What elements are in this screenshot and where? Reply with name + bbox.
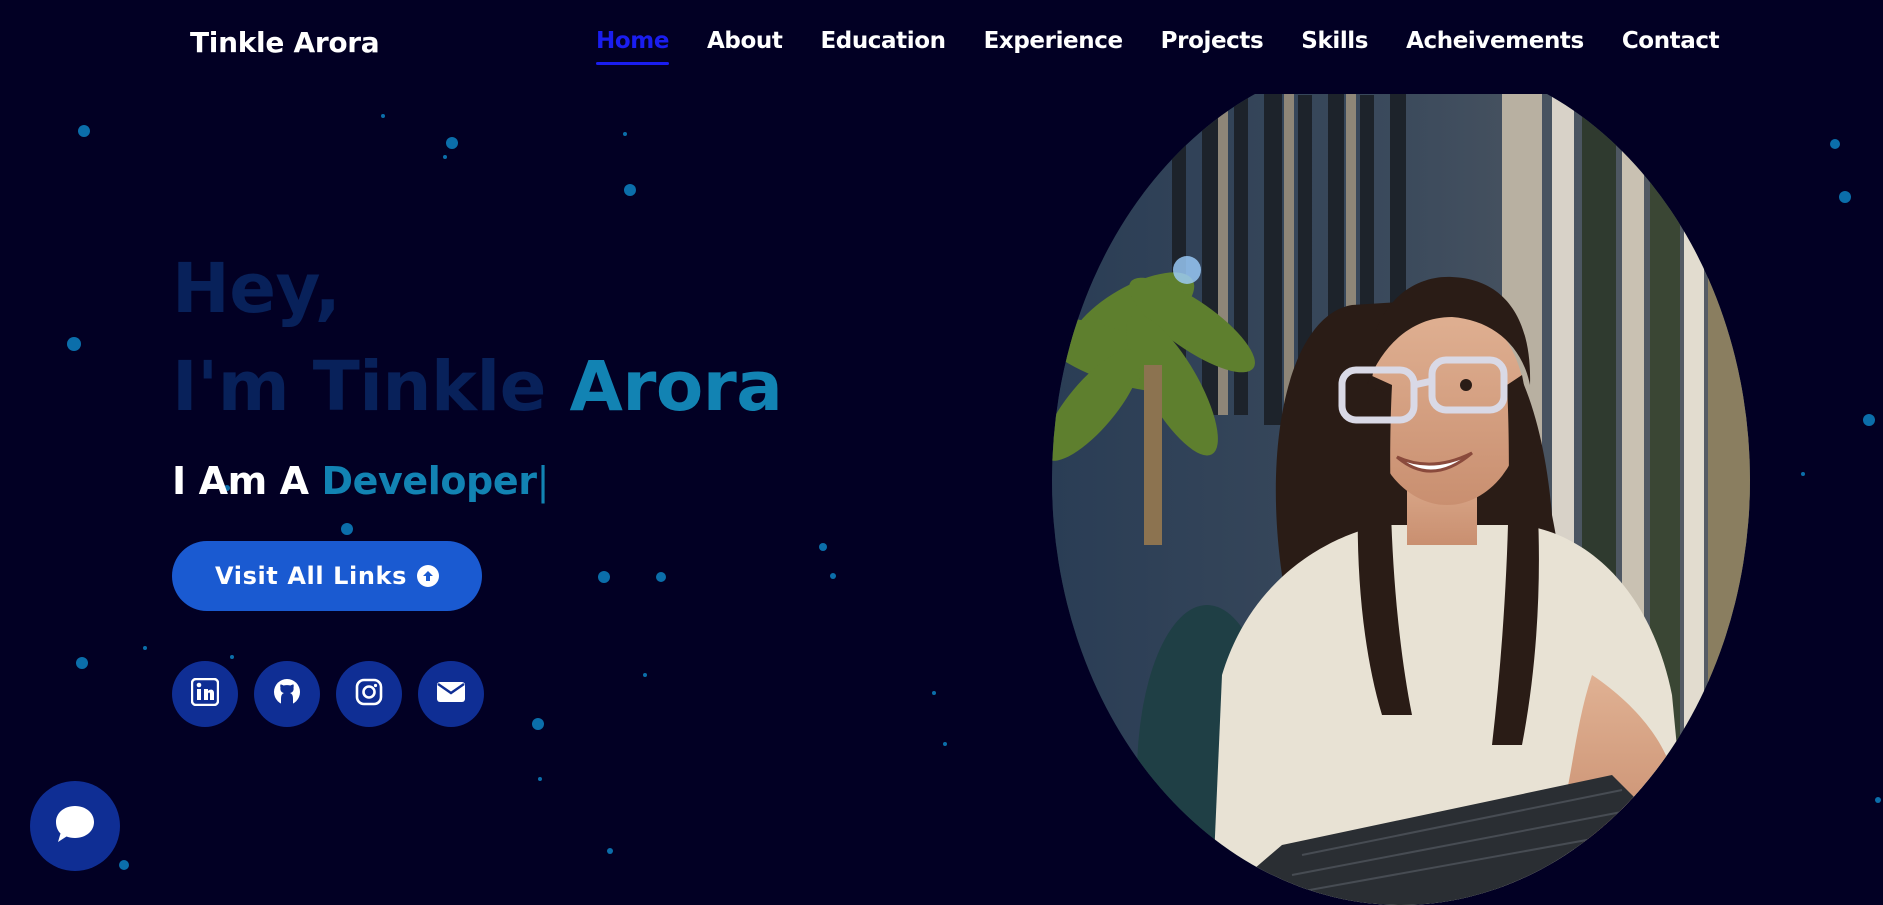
github-icon [272, 677, 302, 711]
hero-intro-prefix: I'm Tinkle [172, 347, 546, 427]
chat-widget-button[interactable] [30, 781, 120, 871]
nav-link-skills[interactable]: Skills [1301, 28, 1368, 54]
hero-intro-highlight: Arora [569, 347, 783, 427]
nav-link-experience[interactable]: Experience [984, 28, 1123, 54]
nav-link-acheivements[interactable]: Acheivements [1406, 28, 1584, 54]
profile-photo-illustration [1052, 55, 1750, 905]
profile-photo [1052, 55, 1750, 905]
linkedin-button[interactable] [172, 661, 238, 727]
nav-link-education[interactable]: Education [820, 28, 946, 54]
hero-role-prefix: I Am A [172, 459, 309, 503]
nav-link-about[interactable]: About [707, 28, 783, 54]
hero-role-typed: Developer [321, 459, 537, 503]
arrow-up-circle-icon [416, 565, 439, 587]
linkedin-icon [190, 677, 220, 710]
email-button[interactable] [418, 661, 484, 727]
visit-all-links-label: Visit All Links [215, 562, 407, 590]
visit-all-links-button[interactable]: Visit All Links [172, 541, 482, 611]
typing-cursor: | [536, 459, 550, 503]
navbar: Tinkle Arora Home About Education Experi… [0, 0, 1883, 90]
nav-link-projects[interactable]: Projects [1161, 28, 1264, 54]
hero-section: Hey, I'm Tinkle Arora I Am A Developer| … [172, 245, 783, 727]
nav-link-home[interactable]: Home [596, 28, 669, 65]
chat-bubble-icon [52, 802, 98, 850]
hero-role: I Am A Developer| [172, 459, 782, 503]
instagram-icon [355, 678, 383, 710]
nav-links: Home About Education Experience Projects… [596, 28, 1720, 65]
brand-logo[interactable]: Tinkle Arora [190, 26, 380, 59]
nav-link-contact[interactable]: Contact [1622, 28, 1720, 54]
social-links [172, 661, 782, 727]
hero-greeting: Hey, [172, 249, 341, 329]
hero-intro: I'm Tinkle Arora [172, 333, 783, 441]
github-button[interactable] [254, 661, 320, 727]
instagram-button[interactable] [336, 661, 402, 727]
envelope-icon [436, 680, 466, 708]
